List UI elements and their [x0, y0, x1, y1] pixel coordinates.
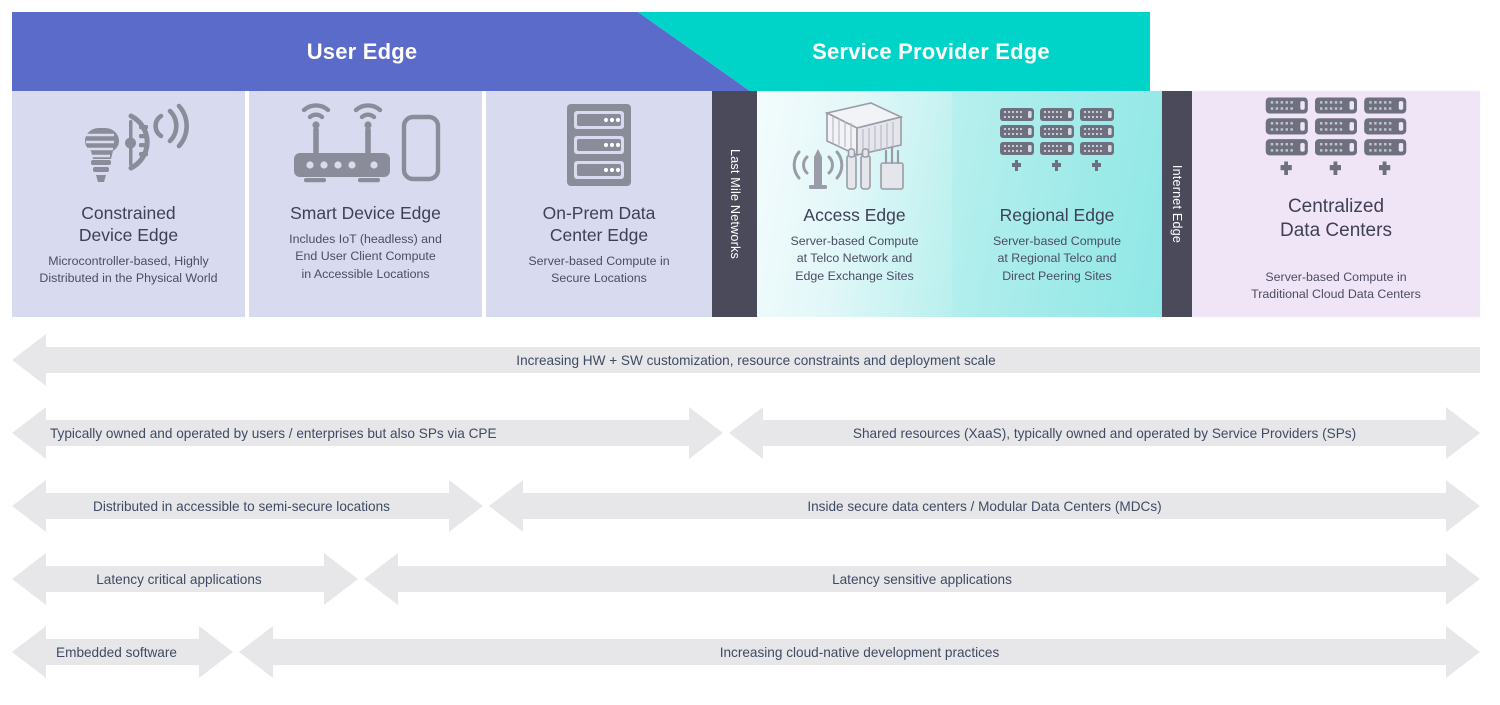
column-title: Smart Device Edge — [290, 203, 441, 223]
column-title: Access Edge — [803, 205, 906, 225]
attribute-arrow-rows: Increasing HW + SW customization, resour… — [0, 330, 1500, 695]
arrow-row-ownership: Typically owned and operated by users / … — [0, 403, 1500, 476]
arrow-label: Latency critical applications — [96, 571, 262, 587]
column-subtitle: Microcontroller-based, Highly Distribute… — [39, 253, 218, 286]
header-banner: User Edge Service Provider Edge — [12, 12, 1480, 91]
column-title: Constrained Device Edge — [78, 203, 179, 245]
column-title: Regional Edge — [999, 205, 1115, 225]
column-smart-device-edge[interactable]: Smart Device Edge Includes IoT (headless… — [249, 91, 482, 317]
column-access-edge[interactable]: Access Edge Server-based Compute at Telc… — [757, 91, 952, 317]
column-title: On-Prem Data Center Edge — [542, 203, 656, 245]
column-subtitle: Server-based Compute in Secure Locations — [528, 253, 670, 286]
column-subtitle: Server-based Compute at Telco Network an… — [790, 233, 919, 284]
column-regional-edge[interactable]: Regional Edge Server-based Compute at Re… — [952, 91, 1162, 317]
edge-tier-strip: Constrained Device Edge Microcontroller-… — [12, 91, 1480, 317]
server-rack-icon — [492, 91, 706, 199]
column-constrained-device-edge[interactable]: Constrained Device Edge Microcontroller-… — [12, 91, 245, 317]
arrow-label: Embedded software — [56, 644, 177, 660]
arrow-label: Shared resources (XaaS), typically owned… — [852, 425, 1357, 441]
service-provider-edge-title: Service Provider Edge — [812, 38, 1050, 64]
column-subtitle: Includes IoT (headless) and End User Cli… — [289, 231, 442, 282]
arrow-row-location-security: Distributed in accessible to semi-secure… — [0, 476, 1500, 549]
arrow-label: Increasing HW + SW customization, resour… — [516, 352, 996, 368]
divider-internet-edge: Internet Edge — [1162, 91, 1192, 317]
arrow-label: Distributed in accessible to semi-secure… — [93, 498, 390, 514]
modular-data-center-tower-cables-icon — [763, 91, 946, 199]
arrow-row-software-practices: Embedded software Increasing cloud-nativ… — [0, 622, 1500, 695]
divider-label: Last Mile Networks — [727, 149, 742, 259]
arrow-row-latency: Latency critical applications Latency se… — [0, 549, 1500, 622]
arrow-row-customization-scale: Increasing HW + SW customization, resour… — [0, 330, 1500, 403]
column-on-prem-data-center-edge[interactable]: On-Prem Data Center Edge Server-based Co… — [486, 91, 712, 317]
server-blade-grid-icon — [958, 91, 1156, 199]
column-centralized-data-centers[interactable]: Centralized Data Centers Server-based Co… — [1192, 91, 1480, 317]
edge-continuum-diagram: User Edge Service Provider Edge Constrai… — [0, 0, 1500, 705]
divider-label: Internet Edge — [1170, 164, 1184, 244]
smart-bulb-thermostat-wifi-icon — [18, 91, 239, 199]
column-subtitle: Server-based Compute in Traditional Clou… — [1251, 269, 1421, 302]
user-edge-title: User Edge — [306, 38, 418, 64]
arrow-label: Increasing cloud-native development prac… — [719, 644, 1000, 660]
arrow-label: Inside secure data centers / Modular Dat… — [807, 498, 1162, 514]
arrow-label: Typically owned and operated by users / … — [50, 425, 497, 441]
divider-last-mile-networks: Last Mile Networks — [712, 91, 757, 317]
server-blade-grid-icon — [1198, 91, 1474, 195]
arrow-label: Latency sensitive applications — [832, 571, 1012, 587]
column-title: Centralized Data Centers — [1280, 196, 1392, 241]
router-and-phone-icon — [255, 91, 476, 199]
column-subtitle: Server-based Compute at Regional Telco a… — [992, 233, 1122, 284]
